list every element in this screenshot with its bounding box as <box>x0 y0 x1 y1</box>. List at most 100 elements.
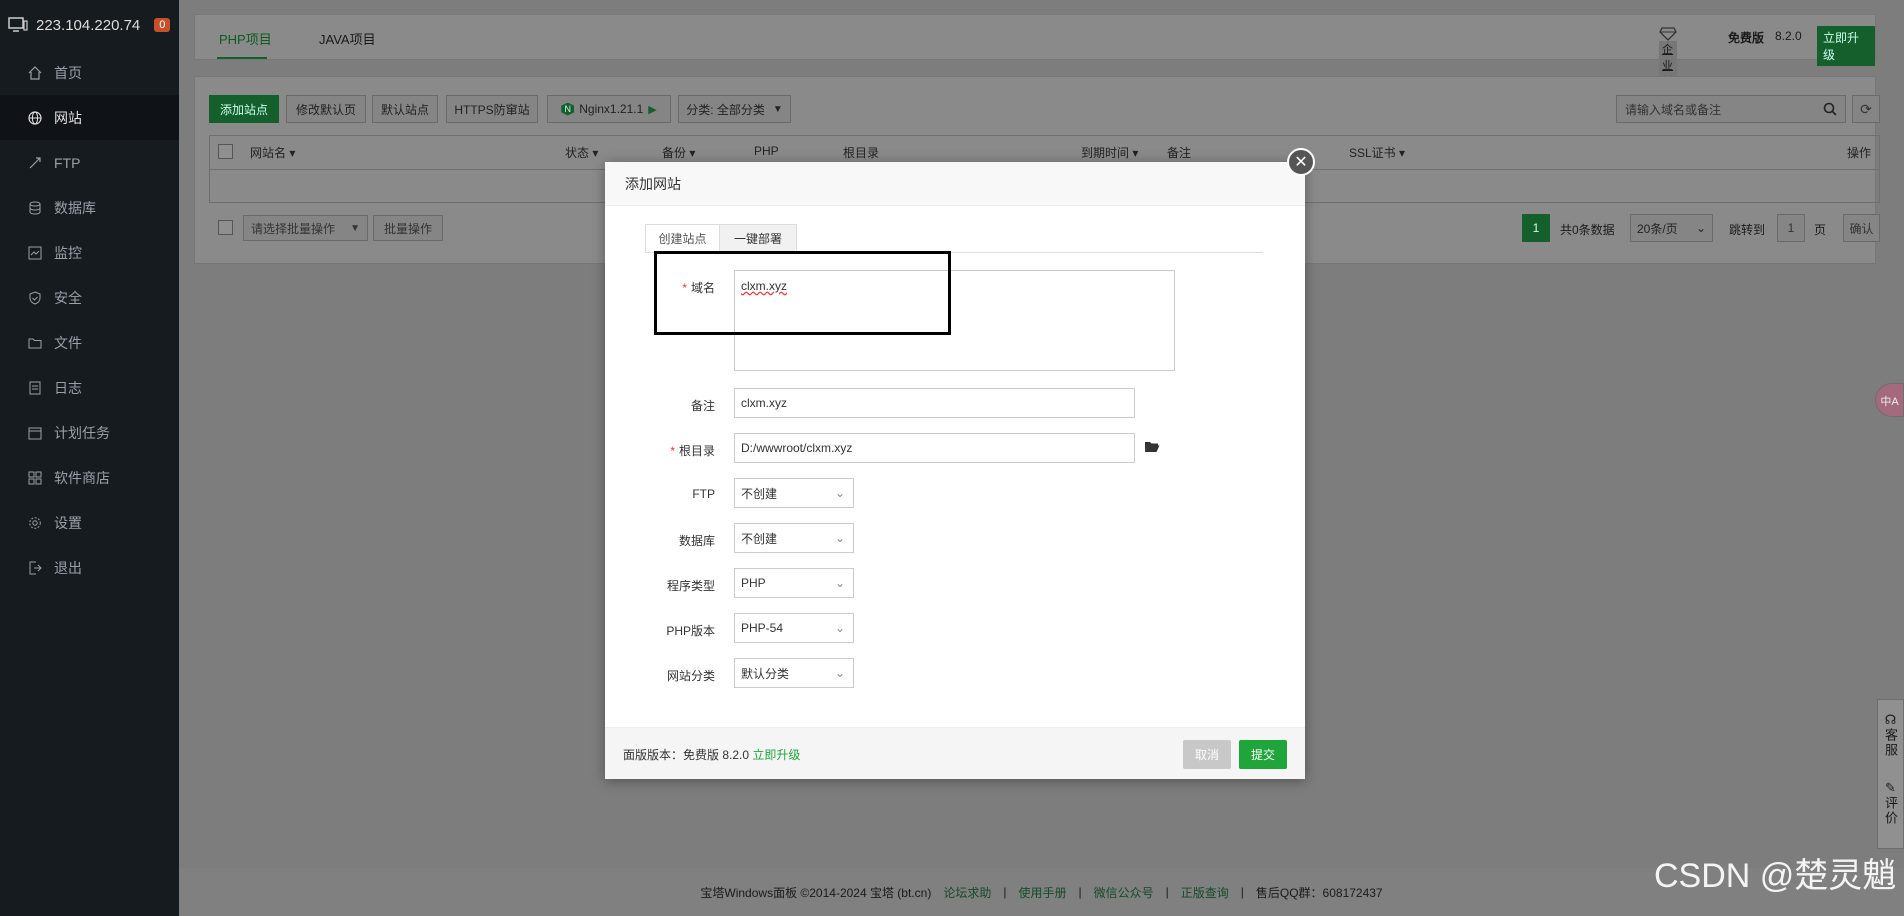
sidebar-item-gear[interactable]: 设置 <box>0 500 179 545</box>
headset-icon[interactable]: ☊ <box>1878 712 1903 728</box>
folder-open-icon[interactable] <box>1144 440 1160 456</box>
search-input[interactable]: 请输入域名或备注 <box>1625 101 1721 118</box>
server-header: 223.104.220.74 0 <box>0 0 179 50</box>
manual-link[interactable]: 使用手册 <box>1018 884 1066 901</box>
logout-icon <box>28 561 42 575</box>
sidebar-item-label: 设置 <box>54 514 82 531</box>
site-category-select[interactable]: 默认分类 ⌄ <box>734 658 854 688</box>
service-link[interactable]: 客服 <box>1881 728 1900 758</box>
page-jump-input[interactable]: 1 <box>1777 214 1805 242</box>
column-header-label: 网站名 <box>250 146 287 160</box>
category-label: 分类: 全部分类 <box>686 102 765 117</box>
php-version-label: PHP版本 <box>666 624 715 638</box>
select-all-checkbox[interactable] <box>218 144 233 159</box>
tab-one-click-deploy[interactable]: 一键部署 <box>719 224 797 253</box>
column-header-label: 根目录 <box>843 146 880 160</box>
caret-down-icon: ▼ <box>350 222 360 234</box>
site-search-box[interactable]: 请输入域名或备注 <box>1616 95 1846 123</box>
search-icon[interactable] <box>1823 102 1837 116</box>
sidebar-item-label: 软件商店 <box>54 469 110 486</box>
column-header-label: 到期时间 <box>1081 146 1130 160</box>
cancel-button[interactable]: 取消 <box>1183 740 1231 769</box>
database-select[interactable]: 不创建 ⌄ <box>734 523 854 553</box>
batch-checkbox[interactable] <box>218 220 233 235</box>
page-current[interactable]: 1 <box>1522 214 1550 242</box>
column-header-label: PHP <box>754 144 779 158</box>
review-link[interactable]: 评价 <box>1881 796 1900 826</box>
add-site-button[interactable]: 添加站点 <box>209 95 279 123</box>
log-icon <box>28 381 42 395</box>
column-header-label: SSL证书 <box>1349 146 1396 160</box>
batch-action-button[interactable]: 批量操作 <box>373 215 443 241</box>
nginx-button[interactable]: N Nginx1.21.1 ▶ <box>547 95 671 123</box>
edit-default-page-button[interactable]: 修改默认页 <box>286 95 366 123</box>
default-site-button[interactable]: 默认站点 <box>372 95 438 123</box>
qq-group: 售后QQ群：608172437 <box>1255 885 1383 900</box>
sidebar-item-grid[interactable]: 软件商店 <box>0 455 179 500</box>
remark-input[interactable]: clxm.xyz <box>734 388 1135 418</box>
refresh-icon[interactable]: ⟳ <box>1852 95 1880 123</box>
edit-icon[interactable]: ✎ <box>1878 780 1903 796</box>
ftp-select[interactable]: 不创建 ⌄ <box>734 478 854 508</box>
column-header[interactable]: SSL证书 ▾ <box>1349 144 1405 161</box>
alert-badge[interactable]: 0 <box>154 18 171 32</box>
chevron-down-icon: ⌄ <box>834 621 845 635</box>
page-unit: 页 <box>1814 223 1827 237</box>
sidebar-item-database[interactable]: 数据库 <box>0 185 179 230</box>
php-version-select[interactable]: PHP-54 ⌄ <box>734 613 854 643</box>
sidebar-item-logout[interactable]: 退出 <box>0 545 179 590</box>
sidebar-item-home[interactable]: 首页 <box>0 50 179 95</box>
root-dir-input[interactable]: D:/wwwroot/clxm.xyz <box>734 433 1135 463</box>
batch-action-select[interactable]: 请选择批量操作 ▼ <box>243 215 368 241</box>
column-header[interactable]: 网站名 ▾ <box>250 144 295 161</box>
monitor-icon <box>8 17 28 32</box>
sidebar-item-folder[interactable]: 文件 <box>0 320 179 365</box>
version-label: 8.2.0 <box>1775 29 1802 43</box>
sort-caret-icon: ▾ <box>1129 146 1139 160</box>
forum-link[interactable]: 论坛求助 <box>943 884 991 901</box>
jump-label: 跳转到 <box>1729 223 1766 237</box>
tab-php-projects[interactable]: PHP项目 <box>219 29 272 48</box>
sidebar-item-ftp[interactable]: FTP <box>0 140 179 185</box>
remark-label: 备注 <box>690 399 715 413</box>
column-header[interactable]: 备份 ▾ <box>662 144 695 161</box>
category-select[interactable]: 分类: 全部分类 ▼ <box>678 95 791 123</box>
ftp-label: FTP <box>692 487 715 501</box>
upgrade-link[interactable]: 立即升级 <box>752 748 800 762</box>
free-edition-label: 免费版 <box>1728 31 1765 45</box>
sidebar-item-calendar[interactable]: 计划任务 <box>0 410 179 455</box>
wechat-link[interactable]: 微信公众号 <box>1094 884 1154 901</box>
submit-button[interactable]: 提交 <box>1239 740 1287 769</box>
column-header[interactable]: 状态 ▾ <box>565 144 598 161</box>
database-label: 数据库 <box>678 534 715 548</box>
sidebar-item-label: 计划任务 <box>54 424 110 441</box>
license-link[interactable]: 正版查询 <box>1181 884 1229 901</box>
tab-java-projects[interactable]: JAVA项目 <box>319 29 376 48</box>
sidebar-item-globe[interactable]: 网站 <box>0 95 179 140</box>
play-icon: ▶ <box>648 103 657 116</box>
page-jump-confirm-button[interactable]: 确认 <box>1843 214 1880 242</box>
floating-service-panel: ☊ 客服 ✎ 评价 <box>1877 699 1904 849</box>
page-size-select[interactable]: 20条/页 ⌄ <box>1630 214 1713 242</box>
program-type-select[interactable]: PHP ⌄ <box>734 568 854 598</box>
tab-create-site[interactable]: 创建站点 <box>645 224 720 253</box>
sidebar-item-label: 安全 <box>54 289 82 306</box>
sidebar-item-shield[interactable]: 安全 <box>0 275 179 320</box>
close-icon[interactable]: ✕ <box>1287 148 1315 176</box>
sidebar-item-log[interactable]: 日志 <box>0 365 179 410</box>
sidebar-item-label: 首页 <box>54 64 82 81</box>
sidebar-item-label: 数据库 <box>54 199 96 216</box>
site-category-label: 网站分类 <box>666 669 715 683</box>
edition-badge[interactable]: 企业版 <box>1659 27 1677 89</box>
project-tabbar: PHP项目 JAVA项目 企业版 免费版 8.2.0 立即升级 <box>194 14 1876 89</box>
chevron-down-icon: ⌄ <box>834 576 845 590</box>
column-header[interactable]: 到期时间 ▾ <box>1081 144 1138 161</box>
sidebar-item-monitor[interactable]: 监控 <box>0 230 179 275</box>
upgrade-button[interactable]: 立即升级 <box>1817 26 1875 66</box>
sidebar-item-label: 日志 <box>54 379 82 396</box>
translate-icon[interactable]: 中A <box>1875 383 1904 417</box>
column-header-label: 状态 <box>565 146 590 160</box>
column-header: 根目录 <box>843 144 879 161</box>
sidebar-item-label: 监控 <box>54 244 82 261</box>
https-guard-button[interactable]: HTTPS防窜站 <box>446 95 538 123</box>
